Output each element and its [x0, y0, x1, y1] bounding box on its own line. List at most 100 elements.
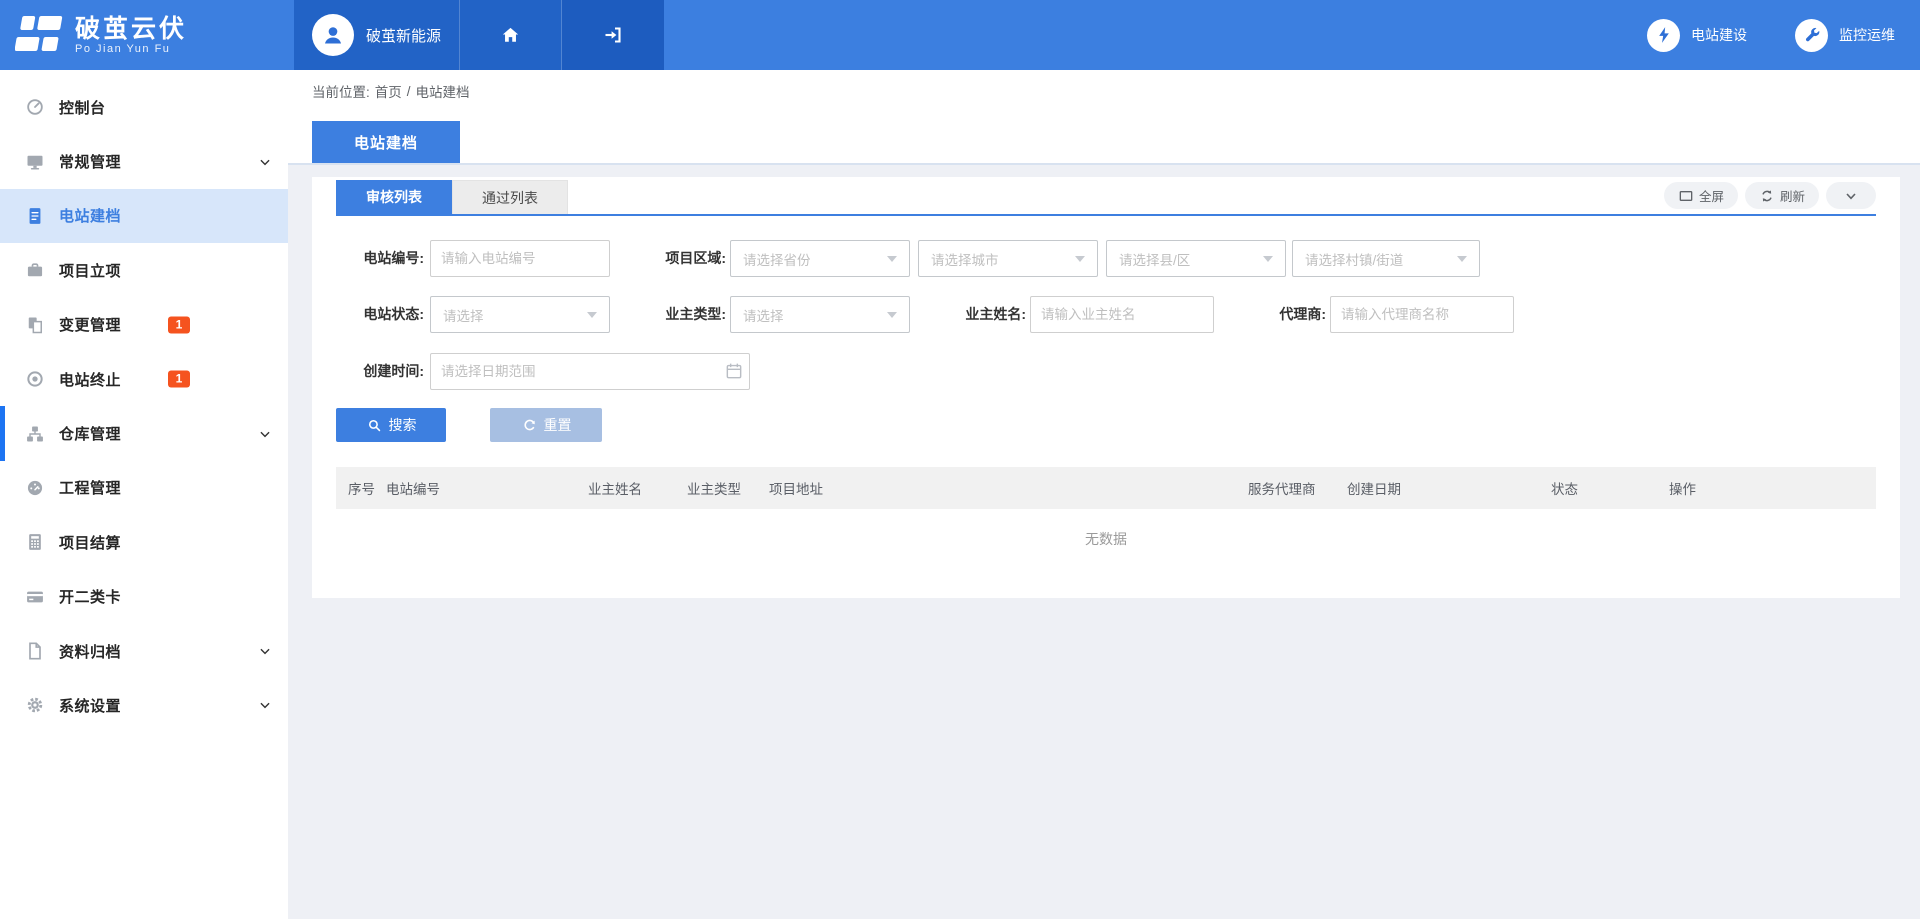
record-circle-icon [25, 369, 45, 389]
company-name: 破茧新能源 [366, 25, 441, 46]
col-service-agent: 服务代理商 [1248, 478, 1347, 498]
home-icon [499, 24, 522, 47]
breadcrumb-current: 电站建档 [416, 81, 470, 101]
panel-toolbar: 全屏 刷新 [1664, 182, 1876, 209]
brand-logo-icon [15, 13, 65, 57]
province-select[interactable]: 请选择省份 [730, 240, 910, 277]
change-mgmt-badge: 1 [168, 316, 190, 333]
col-created-date: 创建日期 [1347, 478, 1551, 498]
gauge-icon [25, 478, 45, 498]
reset-button[interactable]: 重置 [490, 408, 602, 442]
refresh-button[interactable]: 刷新 [1745, 182, 1819, 209]
sitemap-icon [25, 424, 45, 444]
form-row-1: 电站编号: 项目区域: 请选择省份 请选择城市 请选择县/区 [336, 240, 1876, 277]
sidebar-item-general-mgmt[interactable]: 常规管理 [0, 134, 288, 188]
nav-station-build-label: 电站建设 [1691, 25, 1747, 45]
tab-underline [336, 214, 1876, 216]
nav-station-build[interactable]: 电站建设 [1647, 0, 1747, 70]
sidebar-item-station-filing[interactable]: 电站建档 [0, 189, 288, 243]
station-termination-badge: 1 [168, 371, 190, 388]
calculator-icon [25, 532, 45, 552]
dashboard-icon [25, 97, 45, 117]
login-arrow-icon [601, 23, 625, 47]
home-button[interactable] [460, 0, 562, 70]
nav-monitor-ops[interactable]: 监控运维 [1795, 0, 1895, 70]
breadcrumb-home[interactable]: 首页 [375, 81, 402, 101]
station-status-label: 电站状态: [336, 296, 424, 333]
col-station-no: 电站编号 [386, 478, 588, 498]
person-icon [320, 22, 346, 48]
reset-icon [521, 417, 538, 434]
nav-monitor-ops-label: 监控运维 [1839, 25, 1895, 45]
app-window: 破茧云伏 Po Jian Yun Fu 破茧新能源 [0, 0, 1920, 919]
sidebar-item-engineering-mgmt[interactable]: 工程管理 [0, 461, 288, 515]
chevron-down-icon [258, 155, 272, 169]
sidebar-item-project-initiation[interactable]: 项目立项 [0, 243, 288, 297]
sidebar-item-system-settings[interactable]: 系统设置 [0, 678, 288, 732]
town-select[interactable]: 请选择村镇/街道 [1292, 240, 1480, 277]
col-project-address: 项目地址 [769, 478, 1248, 498]
sidebar-item-console[interactable]: 控制台 [0, 80, 288, 134]
sidebar-item-project-settlement[interactable]: 项目结算 [0, 515, 288, 569]
tab-passed-list[interactable]: 通过列表 [452, 180, 568, 214]
fullscreen-button[interactable]: 全屏 [1664, 182, 1738, 209]
app-subtitle: Po Jian Yun Fu [75, 43, 187, 55]
search-button[interactable]: 搜索 [336, 408, 446, 442]
main-area: 当前位置: 首页 / 电站建档 电站建档 审核列表 通过列表 全屏 [288, 70, 1920, 919]
owner-name-label: 业主姓名: [942, 296, 1026, 333]
caret-down-icon [1457, 256, 1467, 262]
sidebar-item-warehouse-mgmt[interactable]: 仓库管理 [0, 406, 288, 460]
page-tab-bar: 电站建档 [288, 112, 1920, 165]
sidebar-item-data-archive[interactable]: 资料归档 [0, 624, 288, 678]
station-no-label: 电站编号: [336, 240, 424, 277]
login-exit-button[interactable] [562, 0, 664, 70]
city-select[interactable]: 请选择城市 [918, 240, 1098, 277]
station-status-select[interactable]: 请选择 [430, 296, 610, 333]
station-filing-panel: 审核列表 通过列表 全屏 [312, 177, 1900, 598]
briefcase-icon [25, 260, 45, 280]
station-no-input[interactable] [430, 240, 610, 277]
form-row-2: 电站状态: 请选择 业主类型: 请选择 业主姓名: 代理商: [336, 296, 1876, 333]
agent-input[interactable] [1330, 296, 1514, 333]
tab-review-list[interactable]: 审核列表 [336, 180, 452, 214]
sidebar: 控制台 常规管理 电站建档 项目立项 [0, 70, 288, 919]
sidebar-item-change-mgmt[interactable]: 变更管理 1 [0, 298, 288, 352]
lightning-icon [1654, 25, 1674, 45]
col-status: 状态 [1551, 478, 1669, 498]
owner-name-input[interactable] [1030, 296, 1214, 333]
table-empty-state: 无数据 [336, 509, 1876, 569]
caret-down-icon [887, 312, 897, 318]
region-label: 项目区域: [638, 240, 726, 277]
credit-card-icon [25, 587, 45, 607]
created-time-label: 创建时间: [336, 353, 424, 390]
caret-down-icon [1075, 256, 1085, 262]
breadcrumb-separator: / [407, 84, 411, 99]
chevron-down-icon [258, 644, 272, 658]
document-icon [25, 206, 45, 226]
sidebar-item-station-termination[interactable]: 电站终止 1 [0, 352, 288, 406]
current-user-menu[interactable]: 破茧新能源 [294, 0, 460, 70]
sidebar-item-open-class2-card[interactable]: 开二类卡 [0, 570, 288, 624]
col-seq: 序号 [336, 478, 386, 498]
gear-icon [25, 695, 45, 715]
date-range-input[interactable] [430, 353, 750, 390]
caret-down-icon [587, 312, 597, 318]
owner-type-label: 业主类型: [638, 296, 726, 333]
breadcrumb: 当前位置: 首页 / 电站建档 [288, 70, 1920, 112]
content-area: 审核列表 通过列表 全屏 [288, 165, 1920, 919]
collapse-button[interactable] [1826, 182, 1876, 209]
search-icon [366, 417, 383, 434]
avatar [312, 14, 354, 56]
top-header: 破茧云伏 Po Jian Yun Fu 破茧新能源 [0, 0, 1920, 70]
monitor-icon [25, 152, 45, 172]
col-owner-name: 业主姓名 [588, 478, 687, 498]
app-title: 破茧云伏 [75, 16, 187, 43]
form-actions: 搜索 重置 [336, 408, 1876, 445]
breadcrumb-prefix: 当前位置: [312, 81, 370, 101]
owner-type-select[interactable]: 请选择 [730, 296, 910, 333]
caret-down-icon [887, 256, 897, 262]
brand-logo: 破茧云伏 Po Jian Yun Fu [0, 0, 294, 70]
col-owner-type: 业主类型 [687, 478, 769, 498]
page-tab-station-filing[interactable]: 电站建档 [312, 121, 460, 163]
county-select[interactable]: 请选择县/区 [1106, 240, 1286, 277]
